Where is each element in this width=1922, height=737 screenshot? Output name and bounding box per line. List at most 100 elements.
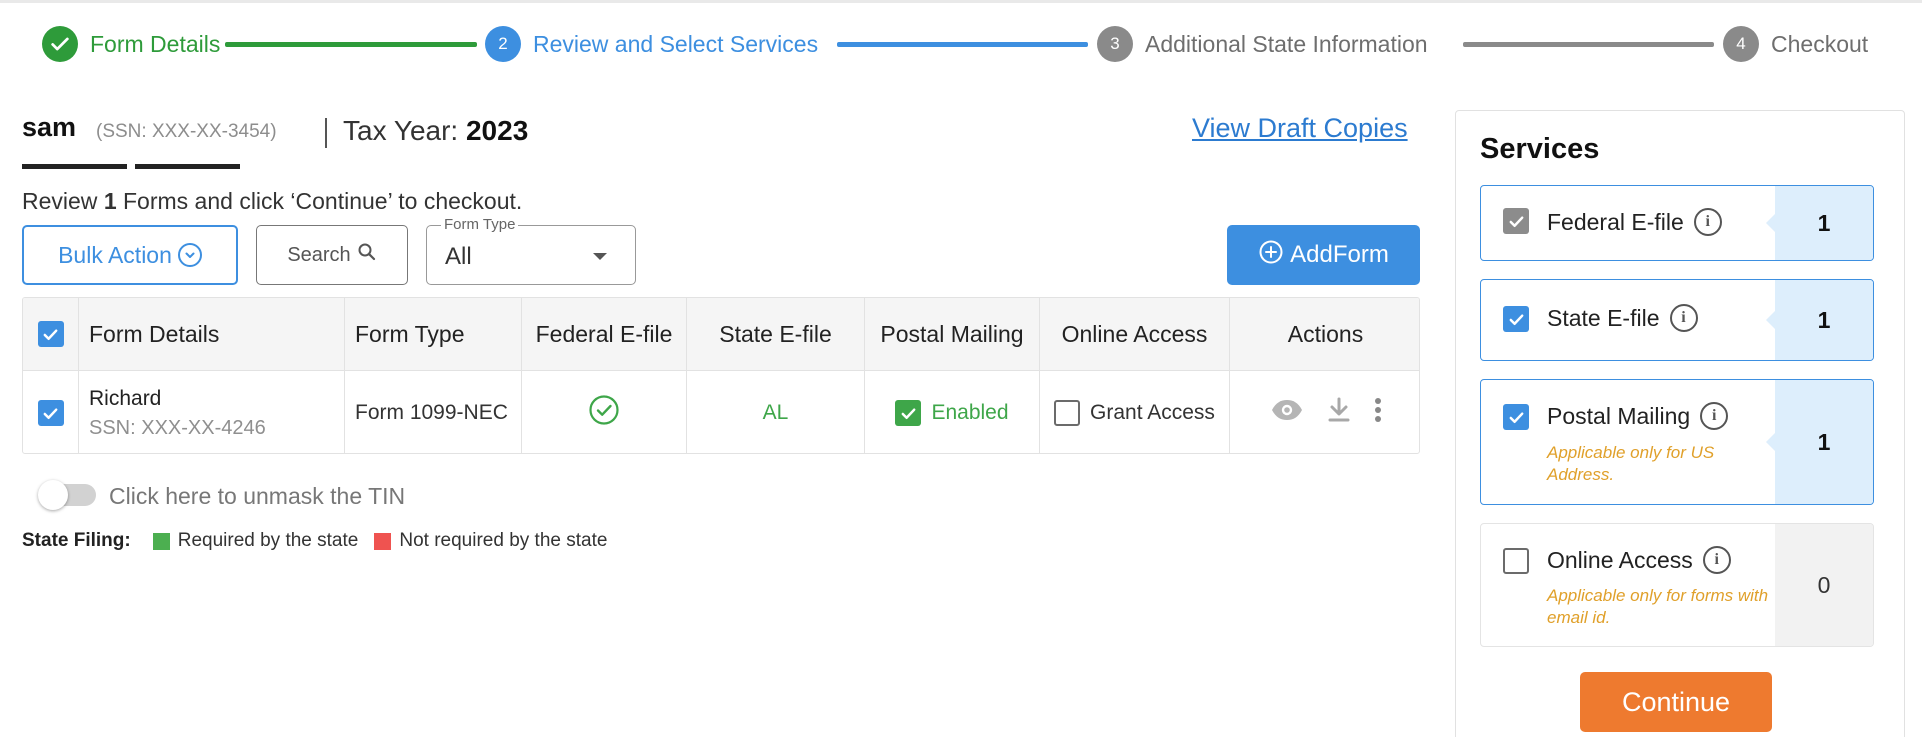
service-title: State E-file i bbox=[1547, 304, 1698, 332]
service-note: Applicable only for US Address. bbox=[1547, 443, 1715, 484]
service-federal-efile: Federal E-file i 1 bbox=[1480, 185, 1874, 261]
column-header[interactable]: Federal E-file bbox=[522, 298, 687, 370]
unmask-tin-toggle[interactable] bbox=[38, 480, 96, 510]
service-label: State E-file bbox=[1547, 304, 1660, 331]
service-count: 1 bbox=[1766, 380, 1873, 504]
actions-cell bbox=[1230, 370, 1419, 453]
step-additional-state-info[interactable]: 3 Additional State Information bbox=[1097, 26, 1428, 62]
check-circle-icon bbox=[588, 394, 620, 432]
required-swatch bbox=[152, 532, 170, 550]
step-number: 2 bbox=[485, 26, 521, 62]
row-recipient-name: Richard bbox=[89, 386, 162, 410]
required-legend-label: Required by the state bbox=[177, 530, 359, 551]
service-title: Federal E-file i bbox=[1547, 208, 1722, 236]
review-count: 1 bbox=[103, 188, 117, 214]
unmask-tin-label[interactable]: Click here to unmask the TIN bbox=[109, 483, 405, 510]
tax-year-value: 2023 bbox=[465, 115, 529, 146]
search-icon bbox=[357, 242, 377, 268]
step-connector bbox=[837, 42, 1088, 47]
column-header[interactable]: State E-file bbox=[687, 298, 865, 370]
service-postal-mailing: Postal Mailing i Applicable only for US … bbox=[1480, 379, 1874, 505]
state-efile-checkbox[interactable] bbox=[1503, 306, 1529, 332]
online-access-cell: Grant Access bbox=[1040, 370, 1230, 453]
caret-down-icon bbox=[593, 253, 607, 260]
step-label: Checkout bbox=[1771, 30, 1869, 57]
form-type-legend: Form Type bbox=[441, 216, 519, 233]
check-icon bbox=[42, 26, 78, 62]
postal-status: Enabled bbox=[931, 401, 1009, 424]
service-state-efile: State E-file i 1 bbox=[1480, 279, 1874, 361]
tax-year-label: Tax Year: bbox=[343, 115, 459, 146]
info-icon[interactable]: i bbox=[1669, 304, 1698, 332]
form-type-select[interactable]: Form Type All bbox=[426, 216, 636, 285]
form-details-cell: Richard SSN: XXX-XX-4246 bbox=[79, 370, 345, 453]
step-label: Additional State Information bbox=[1145, 30, 1428, 57]
service-note: Applicable only for forms with email id. bbox=[1547, 586, 1769, 627]
state-filing-label: State Filing: bbox=[22, 530, 131, 551]
row-recipient-ssn: SSN: XXX-XX-4246 bbox=[89, 416, 266, 439]
bulk-action-label: Bulk Action bbox=[58, 241, 172, 268]
eye-icon[interactable] bbox=[1270, 398, 1304, 428]
service-count-value: 1 bbox=[1817, 209, 1831, 236]
name-tab-underline bbox=[22, 164, 127, 169]
column-header[interactable]: Form Type bbox=[345, 298, 522, 370]
select-all-checkbox[interactable] bbox=[37, 321, 64, 347]
search-label: Search bbox=[287, 243, 351, 266]
progress-stepper: Form Details 2 Review and Select Service… bbox=[0, 0, 1922, 88]
postal-mailing-checkbox[interactable] bbox=[895, 400, 922, 426]
not-required-swatch bbox=[374, 532, 392, 550]
grant-access-checkbox[interactable] bbox=[1054, 400, 1081, 426]
recipient-ssn: (SSN: XXX-XX-3454) bbox=[96, 121, 277, 142]
step-label: Review and Select Services bbox=[533, 30, 819, 57]
step-connector bbox=[225, 42, 477, 47]
service-count: 0 bbox=[1775, 524, 1873, 646]
service-count-value: 0 bbox=[1817, 571, 1831, 598]
service-count-value: 1 bbox=[1817, 428, 1831, 455]
step-review-services[interactable]: 2 Review and Select Services bbox=[485, 26, 818, 62]
info-icon[interactable]: i bbox=[1702, 546, 1731, 574]
column-header[interactable]: Online Access bbox=[1040, 298, 1230, 370]
postal-mailing-cell: Enabled bbox=[865, 370, 1040, 453]
postal-mailing-service-checkbox[interactable] bbox=[1503, 404, 1529, 430]
download-icon[interactable] bbox=[1328, 397, 1350, 429]
add-form-button[interactable]: AddForm bbox=[1227, 225, 1420, 285]
column-header[interactable]: Form Details bbox=[79, 298, 345, 370]
add-form-label: AddForm bbox=[1290, 241, 1389, 268]
service-count-value: 1 bbox=[1817, 306, 1831, 333]
federal-efile-cell bbox=[522, 370, 687, 453]
bulk-action-button[interactable]: Bulk Action bbox=[22, 225, 238, 285]
state-efile-cell[interactable]: AL bbox=[687, 370, 865, 453]
select-all-cell bbox=[23, 298, 79, 370]
info-icon[interactable]: i bbox=[1693, 208, 1722, 236]
service-count: 1 bbox=[1766, 280, 1873, 360]
service-online-access: Online Access i Applicable only for form… bbox=[1480, 523, 1874, 647]
service-count: 1 bbox=[1766, 186, 1873, 260]
federal-efile-checkbox[interactable] bbox=[1503, 208, 1529, 234]
online-access-service-checkbox[interactable] bbox=[1503, 548, 1529, 574]
view-draft-copies-link[interactable]: View Draft Copies bbox=[1192, 113, 1408, 144]
plus-circle-icon bbox=[1258, 239, 1284, 272]
step-form-details[interactable]: Form Details bbox=[42, 26, 220, 62]
grant-access-label: Grant Access bbox=[1090, 401, 1215, 424]
not-required-legend-label: Not required by the state bbox=[399, 530, 608, 551]
chevron-down-icon bbox=[177, 243, 202, 267]
form-type-cell: Form 1099-NEC bbox=[345, 370, 522, 453]
step-label: Form Details bbox=[90, 30, 221, 57]
ssn-tab-underline bbox=[135, 164, 240, 169]
step-connector bbox=[1463, 42, 1714, 47]
count-notch bbox=[1766, 433, 1775, 451]
info-icon[interactable]: i bbox=[1700, 402, 1729, 430]
forms-table: Form Details Form Type Federal E-file St… bbox=[22, 297, 1420, 454]
step-number: 4 bbox=[1723, 26, 1759, 62]
review-suffix: Forms and click ‘Continue’ to checkout. bbox=[123, 188, 523, 214]
more-vertical-icon[interactable] bbox=[1374, 397, 1382, 429]
service-label: Online Access bbox=[1547, 546, 1693, 573]
search-button[interactable]: Search bbox=[256, 225, 408, 285]
column-header[interactable]: Postal Mailing bbox=[865, 298, 1040, 370]
step-checkout[interactable]: 4 Checkout bbox=[1723, 26, 1868, 62]
row-checkbox[interactable] bbox=[37, 400, 64, 426]
continue-button[interactable]: Continue bbox=[1580, 672, 1772, 732]
review-instructions: Review 1 Forms and click ‘Continue’ to c… bbox=[22, 188, 522, 215]
service-title: Postal Mailing i bbox=[1547, 402, 1729, 430]
toggle-knob bbox=[38, 480, 68, 510]
